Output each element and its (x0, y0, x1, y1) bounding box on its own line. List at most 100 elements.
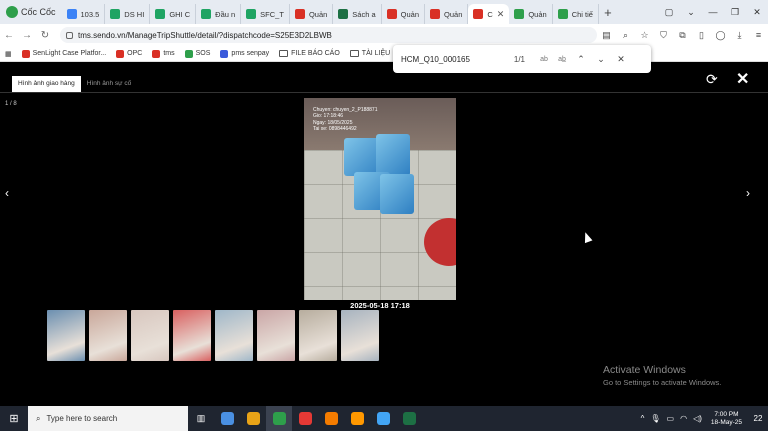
browser-tab[interactable]: 103.5 (62, 4, 106, 24)
browser-tab[interactable]: Đầu n (196, 4, 242, 24)
thumbnail-image[interactable] (47, 310, 85, 361)
viewer-tabs: Hình ảnh giao hàng Hình ảnh sự cố (12, 76, 137, 92)
find-next-icon[interactable]: ⌄ (591, 54, 611, 65)
taskbar-app[interactable] (370, 406, 396, 431)
volume-icon[interactable]: ◁) (690, 414, 705, 423)
microphone-icon[interactable]: 🎙 (647, 414, 663, 423)
taskbar-app[interactable] (292, 406, 318, 431)
watermark-title: Activate Windows (603, 364, 686, 376)
bookmark-star-icon[interactable]: ☆ (635, 30, 654, 41)
thumbnail-image[interactable] (89, 310, 127, 361)
new-tab-button[interactable]: + (599, 5, 617, 20)
system-clock[interactable]: 7:00 PM 18-May-25 (705, 411, 748, 427)
back-icon[interactable]: ← (0, 30, 18, 41)
browser-tab[interactable]: Quản (382, 4, 426, 24)
thumbnail-image[interactable] (257, 310, 295, 361)
bookmark-item[interactable]: FILE BÁO CÁO (274, 50, 345, 58)
browser-toolbar: ▤ ⌕ ☆ ⛉ ⧉ ▯ ◯ ⤓ ≡ (597, 30, 768, 41)
browser-tab[interactable]: DS HI (105, 4, 151, 24)
browser-tab[interactable]: Quản (425, 4, 469, 24)
bookmark-item[interactable]: SOS (180, 49, 216, 58)
windows-start-icon[interactable]: ⊞ (0, 412, 28, 425)
browser-tab[interactable]: SFC_T (241, 4, 290, 24)
app-icon (402, 412, 416, 425)
bookmark-item[interactable]: pms senpay (215, 49, 274, 58)
site-info-icon[interactable] (66, 31, 73, 39)
tab-favicon-icon (155, 9, 166, 19)
bookmark-favicon-icon (152, 49, 161, 58)
windows-taskbar: ⊞ ⌕ Type here to search ▥ ^ 🎙 ▭ ◠ ◁) 7:0… (0, 406, 768, 431)
reader-icon[interactable]: ▤ (597, 30, 616, 41)
browser-tab[interactable]: Quản (290, 4, 334, 24)
bookmark-item[interactable]: SenLight Case Platfor... (17, 49, 112, 58)
reload-icon[interactable]: ↻ (36, 30, 54, 41)
sidebar-icon[interactable]: ▯ (692, 30, 711, 41)
downloads-icon[interactable]: ⤓ (730, 30, 749, 41)
bookmark-item[interactable]: TÀI LIỆU (345, 50, 395, 58)
previous-image-icon[interactable]: ‹ (5, 186, 9, 200)
network-icon[interactable]: ▭ (664, 414, 678, 423)
find-input[interactable]: HCM_Q10_000165 (401, 55, 501, 64)
tray-chevron-icon[interactable]: ^ (638, 414, 648, 423)
browser-brand-label: Cốc Cốc (21, 7, 56, 17)
browser-tab[interactable]: Quản (509, 4, 553, 24)
task-view-icon[interactable]: ▥ (188, 406, 214, 431)
taskbar-app[interactable] (240, 406, 266, 431)
minimize-icon[interactable]: — (702, 7, 724, 17)
tab-favicon-icon (386, 9, 397, 19)
apps-grid-icon[interactable]: ▦ (0, 50, 17, 58)
tab-label: C (487, 9, 493, 19)
app-icon (246, 412, 260, 425)
match-case-toggle[interactable]: ab (535, 56, 553, 63)
browser-tab[interactable]: C ✕ (468, 4, 510, 24)
url-field[interactable]: tms.sendo.vn/ManageTripShuttle/detail/?d… (60, 27, 597, 43)
wifi-icon[interactable]: ◠ (677, 414, 690, 423)
tab-search-icon[interactable]: ⌄ (680, 7, 702, 18)
close-viewer-icon[interactable]: ✕ (736, 69, 749, 89)
shield-icon[interactable]: ⛉ (654, 30, 673, 41)
taskbar-app[interactable] (318, 406, 344, 431)
folder-icon (349, 50, 359, 57)
thumbnail-image[interactable] (173, 310, 211, 361)
address-bar: ← → ↻ tms.sendo.vn/ManageTripShuttle/det… (0, 24, 768, 46)
menu-icon[interactable]: ≡ (749, 30, 768, 41)
thumbnail-image[interactable] (131, 310, 169, 361)
bookmark-label: SOS (195, 50, 211, 57)
tab-label: Chi tiế (571, 9, 593, 19)
clock-date: 18-May-25 (710, 418, 742, 426)
screenshot-icon[interactable]: ▢ (658, 7, 680, 18)
app-icon (220, 412, 234, 425)
notification-badge[interactable]: 22 (748, 414, 768, 423)
thumbnail-image[interactable] (299, 310, 337, 361)
forward-icon[interactable]: → (18, 30, 36, 41)
bookmark-item[interactable]: tms (147, 49, 179, 58)
browser-tab[interactable]: GHI C (150, 4, 197, 24)
taskbar-app[interactable] (344, 406, 370, 431)
thumbnail-image[interactable] (341, 310, 379, 361)
tab-favicon-icon (430, 9, 441, 19)
tab-label: Quản (444, 9, 463, 19)
tab-incident-images[interactable]: Hình ảnh sự cố (81, 76, 137, 92)
taskbar-app[interactable] (266, 406, 292, 431)
restore-icon[interactable]: ❐ (724, 7, 746, 18)
find-close-icon[interactable]: ✕ (611, 54, 631, 65)
whole-word-toggle[interactable]: ab̲ (553, 56, 571, 63)
rotate-icon[interactable]: ⟳ (706, 71, 718, 88)
find-previous-icon[interactable]: ⌃ (571, 54, 591, 65)
taskbar-app[interactable] (396, 406, 422, 431)
browser-tab[interactable]: Chi tiế (553, 4, 599, 24)
bookmark-item[interactable]: OPC (111, 49, 147, 58)
tab-close-icon[interactable]: ✕ (497, 9, 505, 20)
browser-brand[interactable]: Cốc Cốc (0, 0, 62, 24)
next-image-icon[interactable]: › (746, 186, 750, 200)
taskbar-search[interactable]: ⌕ Type here to search (28, 406, 188, 431)
taskbar-app[interactable] (214, 406, 240, 431)
browser-tab[interactable]: Sách a (333, 4, 382, 24)
thumbnail-image[interactable] (215, 310, 253, 361)
extensions-icon[interactable]: ⧉ (673, 30, 692, 41)
tab-delivery-images[interactable]: Hình ảnh giao hàng (12, 76, 81, 92)
zoom-icon[interactable]: ⌕ (616, 30, 635, 41)
bookmark-label: SenLight Case Platfor... (32, 50, 107, 57)
profile-icon[interactable]: ◯ (711, 30, 730, 41)
close-window-icon[interactable]: ✕ (746, 7, 768, 18)
